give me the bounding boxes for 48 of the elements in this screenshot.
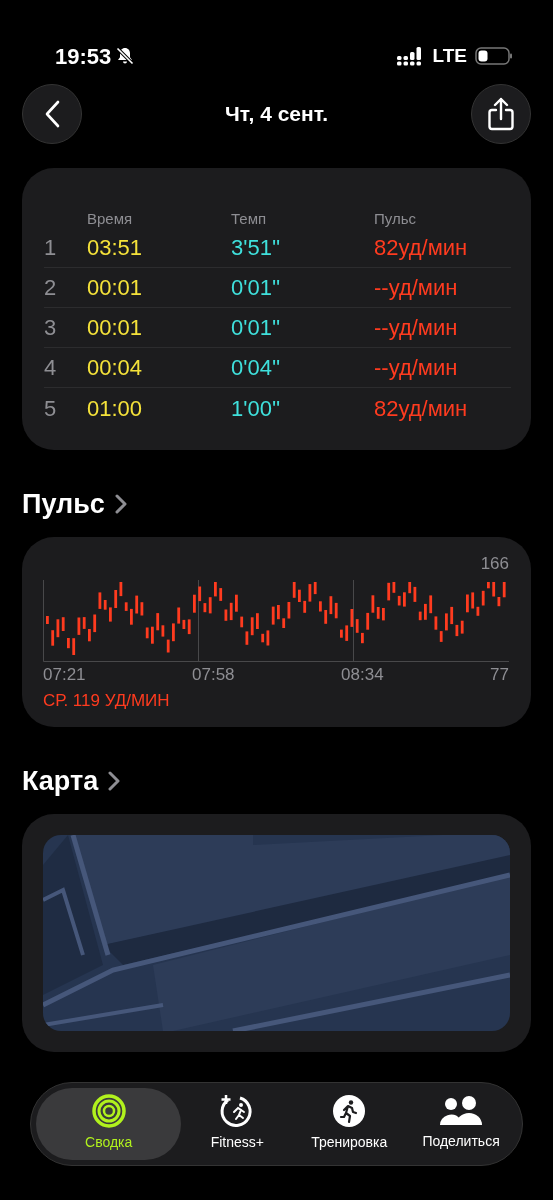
page-title: Чт, 4 сент.: [225, 101, 328, 128]
bell-slash-icon: [115, 46, 136, 66]
split-pulse: --уд/мин: [374, 274, 459, 302]
split-number: 3: [44, 314, 58, 342]
running-figure-icon: [332, 1094, 367, 1128]
battery-icon: [475, 46, 513, 66]
fitness-plus-icon: [220, 1094, 255, 1128]
split-pace: 1'00'': [231, 394, 282, 423]
tab[interactable]: Тренировка: [293, 1087, 406, 1160]
split-time: 00:04: [87, 354, 144, 382]
split-time: 03:51: [87, 234, 144, 262]
chevron-right-icon: [114, 494, 127, 515]
average-heart-rate: СР. 119 УД/МИН: [43, 690, 170, 710]
network-type: LTE: [432, 43, 467, 68]
chevron-right-icon: [108, 771, 121, 792]
split-pace: 0'01'': [231, 274, 282, 302]
split-pulse: 82уд/мин: [374, 394, 469, 423]
split-time: 01:00: [87, 394, 144, 423]
tab[interactable]: Fitness+: [181, 1087, 294, 1160]
split-pace: 0'01'': [231, 314, 282, 342]
split-number: 5: [44, 394, 58, 423]
split-pulse: 82уд/мин: [374, 234, 469, 262]
split-time: 00:01: [87, 274, 144, 302]
split-pace: 3'51'': [231, 234, 282, 262]
column-header: Время: [87, 209, 134, 229]
clock: 19:53: [55, 42, 112, 71]
split-pulse: --уд/мин: [374, 354, 459, 382]
split-pulse: --уд/мин: [374, 314, 459, 342]
chevron-left-icon: [44, 100, 60, 128]
activity-rings-icon: [91, 1094, 126, 1128]
split-number: 4: [44, 354, 58, 382]
max-value-label: 166: [480, 552, 509, 575]
share-icon: [487, 97, 515, 131]
tab[interactable]: Поделиться: [405, 1087, 517, 1160]
split-pace: 0'04'': [231, 354, 282, 382]
people-icon: [439, 1095, 484, 1127]
split-number: 1: [44, 234, 58, 262]
tab[interactable]: Сводка: [36, 1087, 182, 1160]
min-value-label: 77: [490, 664, 509, 686]
section-heading[interactable]: Карта: [22, 761, 99, 802]
column-header: Темп: [231, 209, 268, 229]
time-axis-label: 07:58: [192, 664, 236, 686]
split-number: 2: [44, 274, 58, 302]
column-header: Пульс: [374, 209, 418, 229]
time-axis-label: 08:34: [341, 664, 385, 686]
split-time: 00:01: [87, 314, 144, 342]
time-axis-label: 07:21: [43, 664, 87, 686]
section-heading[interactable]: Пульс: [22, 484, 105, 525]
